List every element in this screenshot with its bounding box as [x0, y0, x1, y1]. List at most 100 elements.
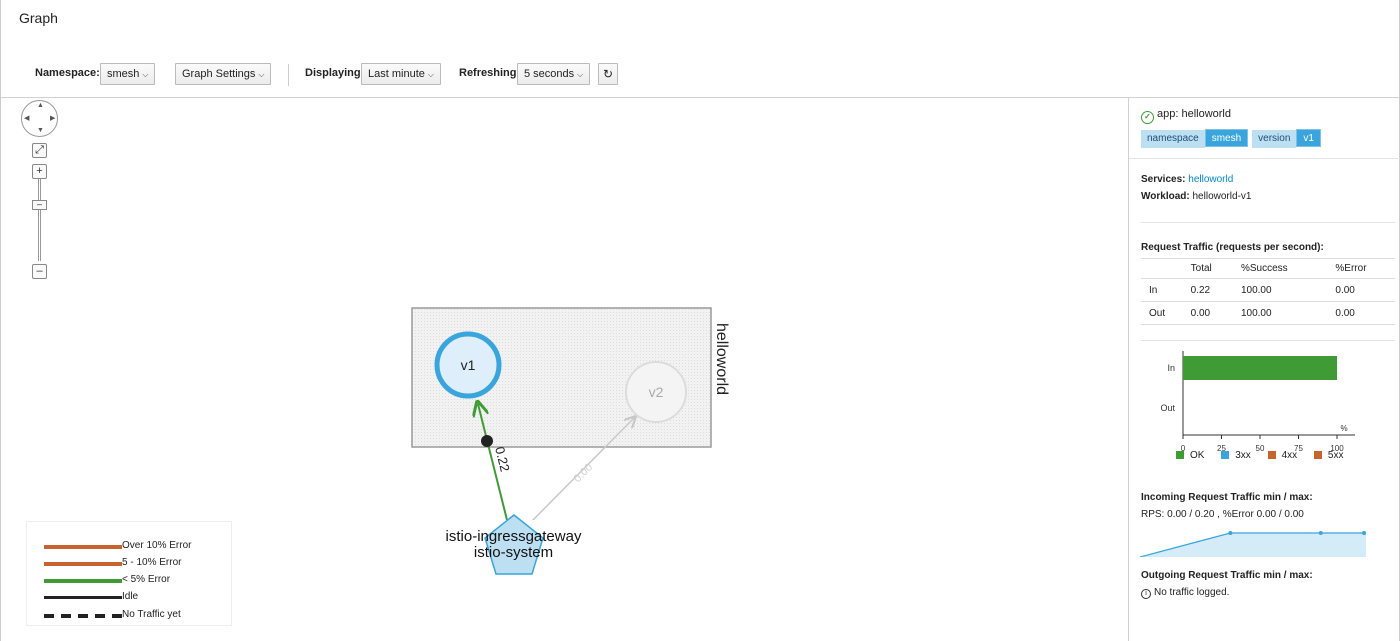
refresh-icon: ↻: [602, 67, 614, 81]
legend-label: Over 10% Error: [122, 540, 192, 551]
x-tick-label: 25: [1217, 444, 1226, 453]
namespace-dropdown[interactable]: smesh ⌵: [100, 63, 156, 85]
incoming-traffic-sparkline: [1140, 531, 1366, 557]
pan-control[interactable]: ▲ ▼ ◀ ▶: [21, 100, 58, 137]
services-label: Services:: [1141, 174, 1186, 185]
namespace-label: Namespace:: [35, 67, 100, 79]
table-cell: 0.00: [1327, 301, 1395, 325]
gateway-name: istio-ingressgateway: [445, 528, 582, 545]
pan-up-icon[interactable]: ▲: [37, 102, 44, 109]
graph-settings-dropdown[interactable]: Graph Settings ⌵: [175, 63, 272, 85]
graph-toolbar: Namespace: smesh ⌵ Graph Settings ⌵ Displa…: [1, 60, 1399, 98]
x-tick-label: 75: [1294, 444, 1303, 453]
legend-label: < 5% Error: [122, 574, 171, 585]
label-value: smesh: [1204, 129, 1249, 147]
request-traffic-title: Request Traffic (requests per second):: [1141, 242, 1324, 253]
category-label: Out: [1160, 403, 1175, 413]
node-v2-label: v2: [649, 384, 664, 400]
sparkline-point: [1362, 531, 1366, 535]
chevron-down-icon: ⌵: [577, 70, 584, 79]
pan-right-icon[interactable]: ▶: [50, 114, 55, 122]
toolbar-divider: [288, 64, 289, 86]
x-tick-label: 0: [1181, 444, 1186, 453]
app-box-label: helloworld: [713, 323, 730, 395]
sparkline-area: [1140, 533, 1366, 557]
category-label: In: [1167, 363, 1175, 373]
info-icon: i: [1141, 589, 1151, 599]
traffic-table: Total %Success %Error In 0.22 100.00 0.0…: [1141, 258, 1395, 325]
label-badges: namespace smesh version v1: [1141, 129, 1325, 148]
table-header-row: Total %Success %Error: [1141, 258, 1395, 279]
node-v1-label: v1: [461, 357, 476, 373]
legend-swatch: [44, 579, 122, 583]
zoom-slider[interactable]: [38, 179, 41, 261]
zoom-in-icon[interactable]: +: [32, 164, 47, 179]
table-header: %Error: [1327, 258, 1395, 279]
fit-icon[interactable]: ⤢: [32, 143, 47, 158]
table-cell: 100.00: [1232, 301, 1328, 325]
edge-traffic-dot: [481, 435, 493, 447]
workload-row: Workload: helloworld-v1: [1141, 191, 1251, 202]
table-cell: In: [1141, 278, 1183, 302]
chevron-down-icon: ⌵: [427, 70, 434, 79]
workload-label: Workload:: [1141, 191, 1190, 202]
table-header: %Success: [1232, 258, 1328, 279]
legend-swatch: [44, 596, 122, 599]
divider: [1129, 158, 1400, 159]
outgoing-traffic-row: i No traffic logged.: [1141, 587, 1229, 599]
table-header: Total: [1182, 258, 1233, 279]
legend-label: Idle: [122, 591, 139, 602]
label-key: version: [1252, 130, 1297, 148]
table-cell: 0.00: [1182, 301, 1233, 325]
outgoing-traffic-title: Outgoing Request Traffic min / max:: [1141, 570, 1313, 581]
duration-value: Last minute: [368, 68, 425, 80]
sparkline-point: [1228, 531, 1233, 535]
app-title: app: helloworld: [1157, 108, 1231, 120]
legend-swatch: [44, 562, 122, 566]
sparkline-point: [1318, 531, 1323, 535]
service-link[interactable]: helloworld: [1188, 174, 1233, 185]
table-cell: Out: [1141, 301, 1183, 325]
incoming-traffic-stats: RPS: 0.00 / 0.20 , %Error 0.00 / 0.00: [1141, 509, 1304, 520]
refresh-button[interactable]: ↻: [598, 63, 618, 85]
outgoing-traffic-stats: No traffic logged.: [1154, 587, 1230, 598]
table-row: In 0.22 100.00 0.00: [1141, 278, 1395, 302]
legend-label: No Traffic yet: [122, 609, 181, 620]
legend-swatch: [44, 614, 122, 618]
legend-swatch: [44, 545, 122, 549]
table-cell: 0.00: [1327, 278, 1395, 302]
x-tick-label: 100: [1330, 444, 1344, 453]
workload-value: helloworld-v1: [1192, 191, 1252, 202]
edge-gateway-v2-label: 0.00: [572, 461, 596, 485]
table-header: [1141, 258, 1183, 279]
divider: [1141, 340, 1395, 341]
unit-label: %: [1340, 424, 1347, 433]
table-cell: 100.00: [1232, 278, 1328, 302]
gateway-node-label: istio-ingressgateway istio-system: [426, 529, 601, 561]
chevron-down-icon: ⌵: [142, 70, 149, 79]
table-row: Out 0.00 100.00 0.00: [1141, 301, 1395, 325]
gateway-namespace: istio-system: [473, 544, 554, 561]
refresh-interval-dropdown[interactable]: 5 seconds ⌵: [517, 63, 591, 85]
status-bar-chart: In Out 0 25 50 75 100%: [1160, 351, 1355, 453]
graph-settings-label: Graph Settings: [182, 68, 256, 80]
refresh-interval-value: 5 seconds: [524, 68, 575, 80]
label-key: namespace: [1141, 130, 1205, 148]
label-value: v1: [1296, 129, 1321, 147]
services-row: Services: helloworld: [1141, 174, 1233, 185]
table-cell: 0.22: [1182, 278, 1233, 302]
x-tick-label: 50: [1256, 444, 1265, 453]
zoom-out-icon[interactable]: –: [32, 264, 47, 279]
chevron-down-icon: ⌵: [258, 70, 265, 79]
check-circle-icon: ✓: [1141, 111, 1154, 124]
app-header: ✓ app: helloworld: [1141, 108, 1231, 124]
duration-dropdown[interactable]: Last minute ⌵: [361, 63, 441, 85]
bar: [1183, 356, 1337, 380]
graph-canvas: helloworld 0.22 0.00 v1 v2: [411, 307, 730, 520]
pan-down-icon[interactable]: ▼: [37, 127, 44, 134]
pan-left-icon[interactable]: ◀: [24, 114, 29, 122]
displaying-label: Displaying: [305, 67, 361, 79]
zoom-slider-handle[interactable]: –: [32, 200, 47, 210]
app-root: Graph Namespace: smesh ⌵ Graph Settings ⌵ …: [0, 0, 1400, 641]
page-title: Graph: [19, 10, 58, 26]
